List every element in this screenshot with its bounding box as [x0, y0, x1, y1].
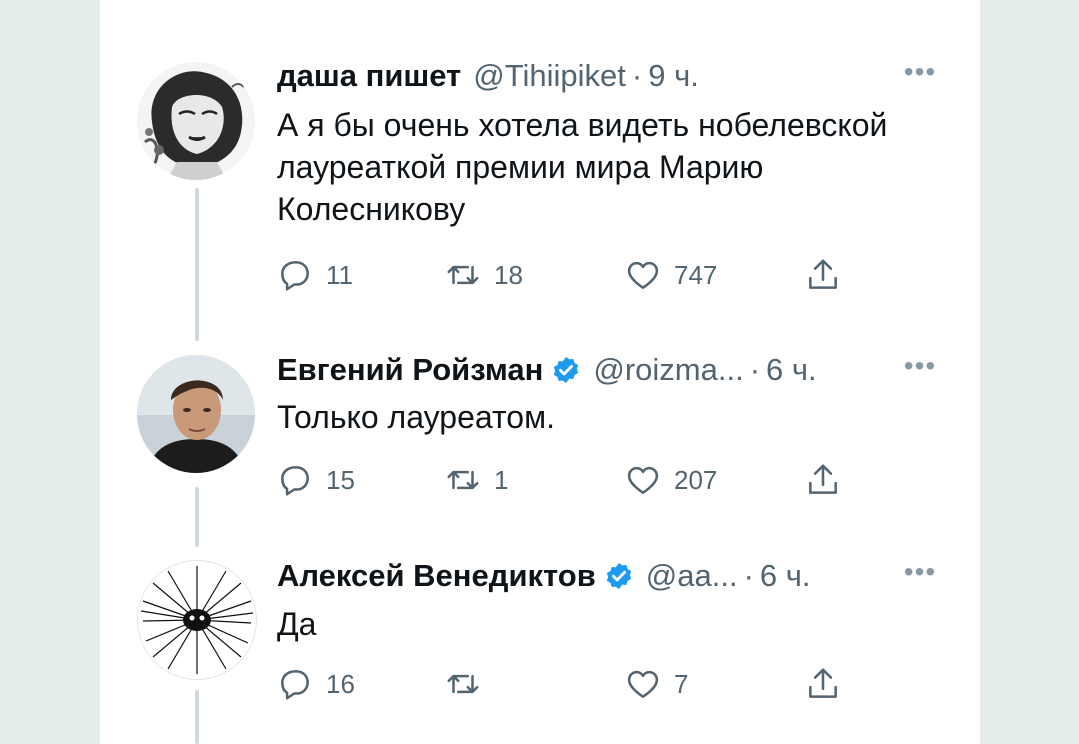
- display-name[interactable]: Алексей Венедиктов: [277, 558, 596, 594]
- retweet-icon: [447, 674, 479, 694]
- tweet-header: Евгений Ройзман @roizma... · 6 ч.: [277, 350, 817, 390]
- like-count: 7: [674, 668, 689, 699]
- man-photo-avatar-icon: [137, 355, 255, 473]
- thread-connector: [195, 690, 199, 744]
- retweet-button[interactable]: 1: [444, 458, 508, 502]
- retweet-button[interactable]: [444, 662, 494, 706]
- tweet-thread: даша пишет @Tihiipiket · 9 ч. ••• А я бы…: [100, 0, 980, 744]
- timestamp[interactable]: 6 ч.: [766, 352, 817, 388]
- retweet-icon: [447, 265, 479, 285]
- user-handle[interactable]: @roizma...: [593, 352, 743, 388]
- tweet-text: Да: [277, 606, 317, 642]
- share-icon: [809, 259, 837, 289]
- retweet-button[interactable]: 18: [444, 253, 523, 297]
- like-count: 207: [674, 464, 718, 495]
- timestamp[interactable]: 6 ч.: [760, 558, 811, 594]
- user-handle[interactable]: @Tihiipiket: [473, 58, 626, 94]
- avatar[interactable]: [137, 560, 257, 680]
- hairy-creature-avatar-icon: [138, 561, 256, 679]
- illustrated-woman-avatar-icon: [137, 62, 255, 180]
- reply-count: 11: [326, 259, 353, 290]
- retweet-count: 1: [494, 464, 509, 495]
- thread-connector: [195, 487, 199, 547]
- tweet-actions: 16 7: [276, 662, 956, 706]
- heart-icon: [627, 261, 659, 289]
- share-button[interactable]: [804, 253, 842, 297]
- reply-count: 16: [326, 668, 355, 699]
- separator-dot: ·: [631, 58, 643, 93]
- share-icon: [809, 464, 837, 494]
- verified-badge-icon: [554, 356, 579, 384]
- display-name[interactable]: даша пишет: [277, 58, 461, 94]
- separator-dot: ·: [749, 352, 761, 387]
- timestamp[interactable]: 9 ч.: [648, 58, 699, 94]
- like-count: 747: [674, 259, 718, 290]
- tweet-actions: 15 1 207: [276, 458, 956, 502]
- reply-icon: [281, 261, 309, 291]
- tweet-text: А я бы очень хотела видеть нобелевской л…: [277, 107, 888, 227]
- tweet-header: даша пишет @Tihiipiket · 9 ч.: [277, 56, 699, 96]
- share-icon: [809, 668, 837, 698]
- tweet-text: Только лауреатом.: [277, 399, 555, 435]
- reply-button[interactable]: 16: [276, 662, 355, 706]
- heart-icon: [627, 466, 659, 494]
- separator-dot: ·: [743, 558, 754, 593]
- share-button[interactable]: [804, 662, 842, 706]
- reply-button[interactable]: 11: [276, 253, 353, 297]
- reply-icon: [281, 670, 309, 700]
- retweet-count: 18: [494, 259, 523, 290]
- verified-badge-icon: [606, 562, 631, 590]
- avatar[interactable]: [137, 355, 255, 473]
- tweet-header: Алексей Венедиктов @aa... · 6 ч.: [277, 556, 811, 596]
- more-options-icon[interactable]: •••: [900, 352, 940, 386]
- heart-icon: [627, 670, 659, 698]
- display-name[interactable]: Евгений Ройзман: [277, 352, 543, 388]
- reply-icon: [281, 466, 309, 496]
- avatar[interactable]: [137, 62, 255, 180]
- like-button[interactable]: 207: [624, 458, 717, 502]
- more-options-icon[interactable]: •••: [900, 58, 940, 92]
- retweet-icon: [447, 470, 479, 490]
- reply-button[interactable]: 15: [276, 458, 355, 502]
- share-button[interactable]: [804, 458, 842, 502]
- like-button[interactable]: 747: [624, 253, 717, 297]
- like-button[interactable]: 7: [624, 662, 688, 706]
- thread-connector: [195, 188, 199, 341]
- reply-count: 15: [326, 464, 355, 495]
- more-options-icon[interactable]: •••: [900, 558, 940, 592]
- tweet-actions: 11 18 747: [276, 253, 956, 297]
- user-handle[interactable]: @aa...: [646, 558, 738, 594]
